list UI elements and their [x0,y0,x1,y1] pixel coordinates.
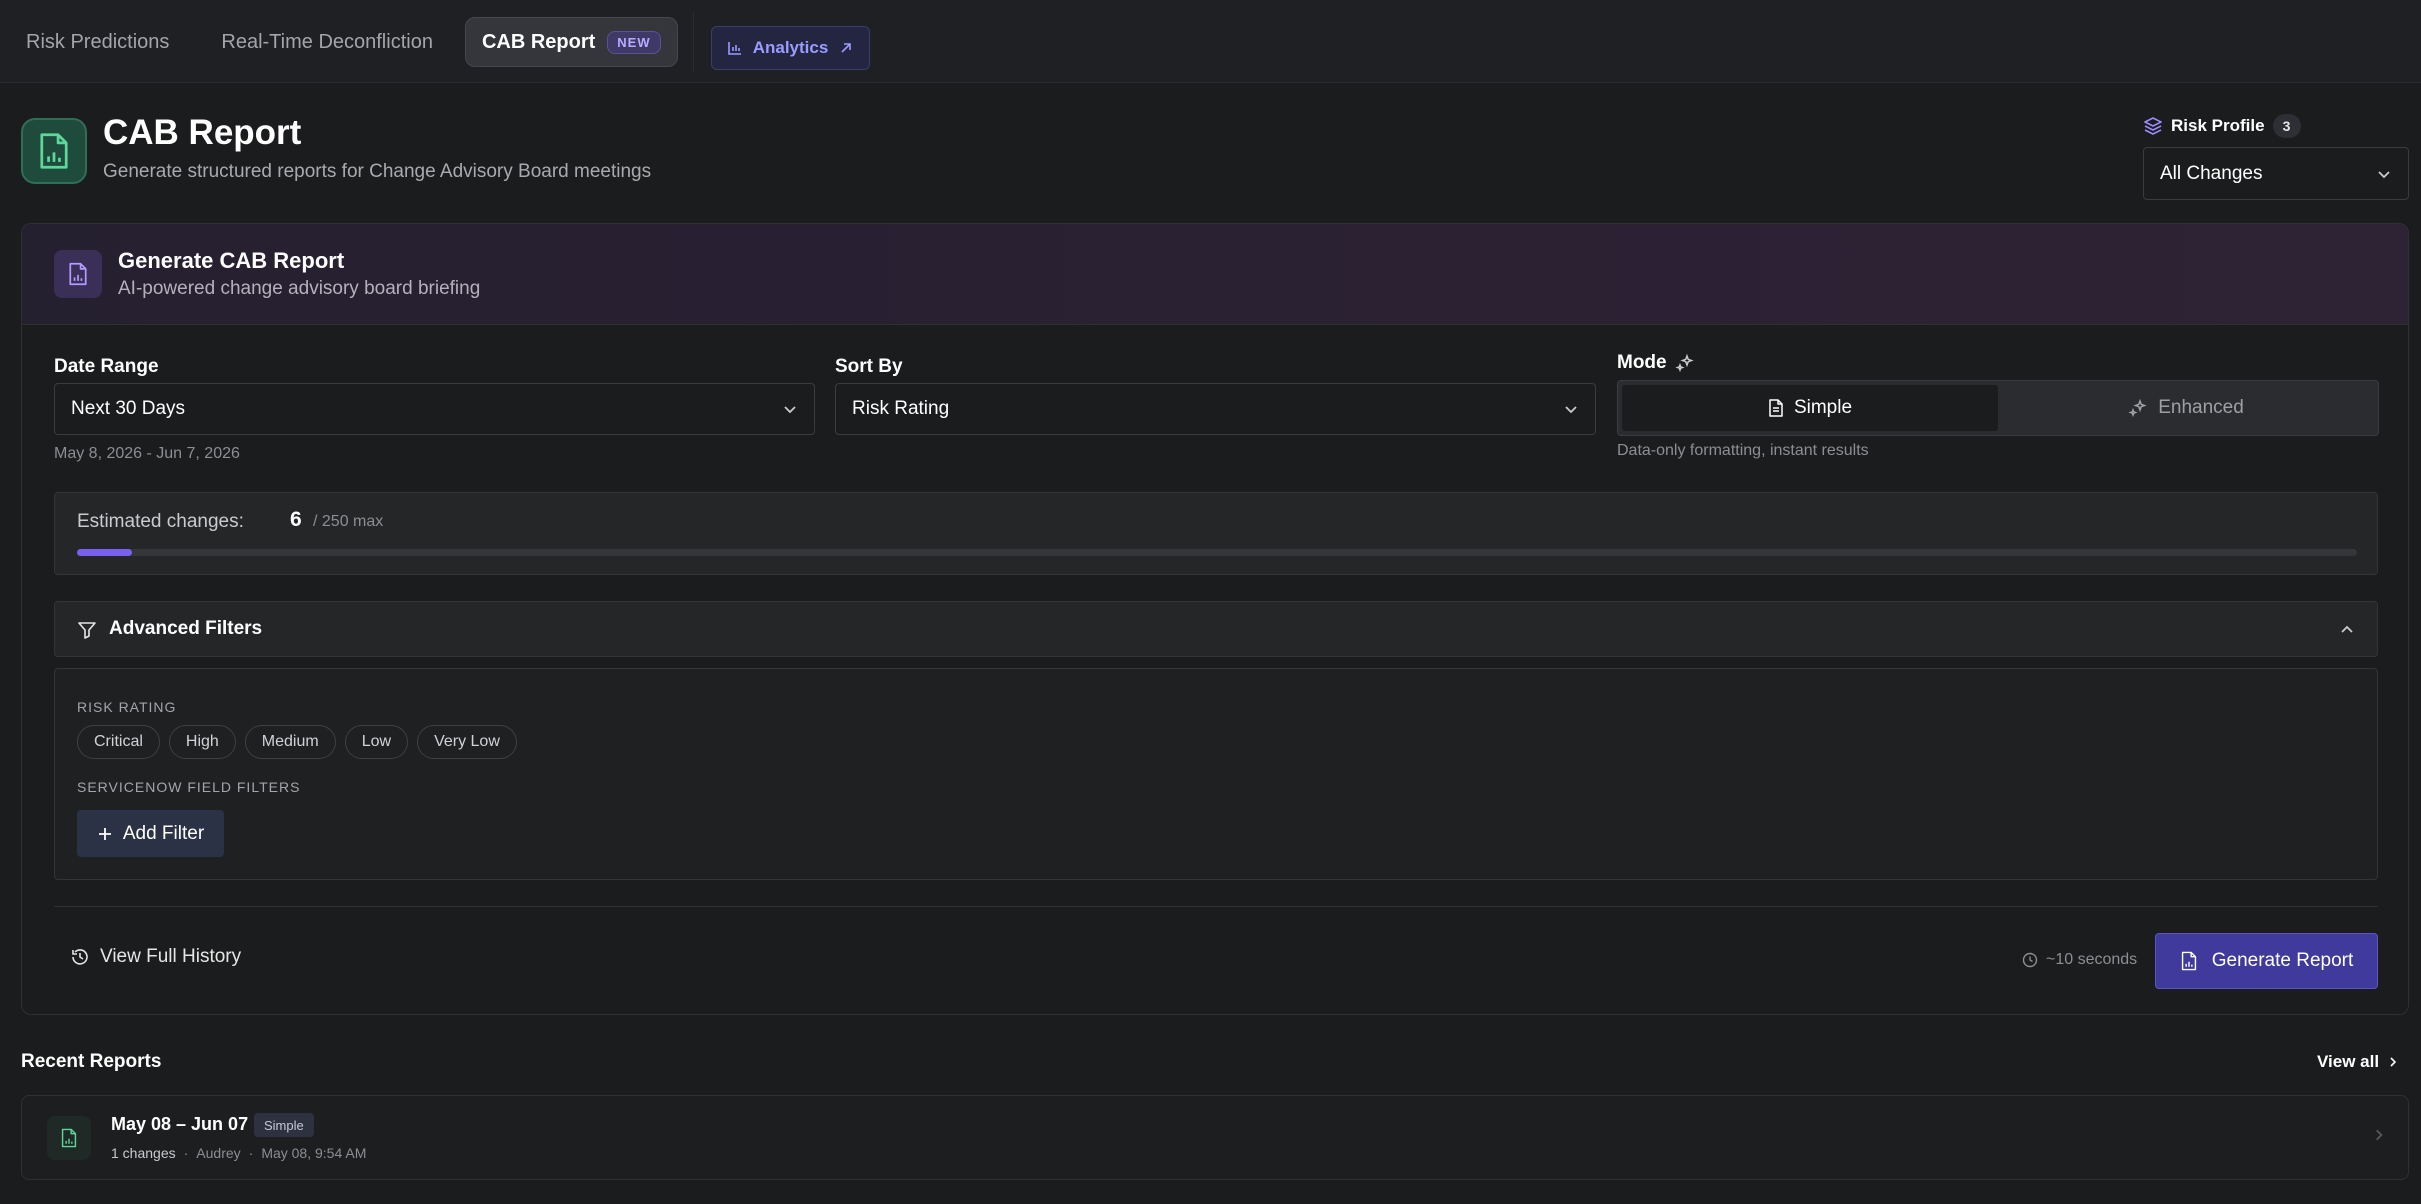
report-changes: 1 changes [111,1145,176,1161]
generate-report-button[interactable]: Generate Report [2155,933,2378,989]
chevron-down-icon [784,406,796,414]
chevron-right-icon [2376,1129,2383,1141]
risk-profile-text: Risk Profile [2171,116,2265,135]
chevron-down-icon [1565,406,1577,414]
recent-reports-title: Recent Reports [21,1051,162,1072]
tab-label: Risk Predictions [26,30,170,53]
advanced-filters-toggle[interactable]: Advanced Filters [54,601,2378,657]
date-range-select[interactable]: Next 30 Days [54,383,815,435]
risk-profile-select[interactable]: All Changes [2143,147,2409,200]
view-full-history-button[interactable]: View Full History [70,946,241,968]
analytics-button[interactable]: Analytics [711,26,870,70]
report-author: Audrey [196,1145,241,1161]
report-mode-badge: Simple [254,1113,314,1137]
add-filter-button[interactable]: Add Filter [77,810,224,857]
estimated-time: ~10 seconds [2022,951,2137,969]
mode-label-text: Mode [1617,352,1667,373]
separator: · [183,1145,189,1161]
document-icon [1769,399,1783,417]
date-range-label: Date Range [54,356,159,377]
sort-by-value: Risk Rating [852,398,950,419]
divider [54,906,2378,907]
estimate-progress-track [77,549,2357,556]
risk-rating-chips: Critical High Medium Low Very Low [77,725,517,759]
risk-profile-value: All Changes [2160,162,2263,184]
document-chart-icon [54,250,102,298]
estimated-changes-label: Estimated changes: [77,511,244,532]
risk-rating-caption: RISK RATING [77,699,177,715]
date-range-helper: May 8, 2026 - Jun 7, 2026 [54,445,240,462]
generate-report-label: Generate Report [2211,950,2354,971]
tab-label: Real-Time Deconfliction [221,30,433,53]
estimated-changes-panel: Estimated changes: 6 / 250 max [54,492,2378,575]
list-item[interactable]: May 08 – Jun 07 Simple 1 changes · Audre… [21,1095,2409,1180]
chip-low[interactable]: Low [344,725,409,759]
date-range-value: Next 30 Days [71,398,186,419]
chip-critical[interactable]: Critical [77,725,160,759]
top-tab-bar: Risk Predictions Real-Time Deconfliction… [0,0,2421,83]
analytics-label: Analytics [752,38,829,57]
sort-by-label: Sort By [835,356,903,377]
external-arrow-icon [841,43,852,53]
tab-risk-predictions[interactable]: Risk Predictions [0,17,195,67]
report-title: May 08 – Jun 07 [111,1114,249,1134]
estimate-progress-fill [77,549,132,556]
plus-icon [98,827,111,840]
view-all-link[interactable]: View all [2317,1052,2399,1072]
chevron-up-icon [2341,625,2353,633]
tabs: Risk Predictions Real-Time Deconfliction… [0,12,678,72]
chip-very-low[interactable]: Very Low [417,725,517,759]
mode-enhanced-label: Enhanced [2158,397,2244,418]
sparkles-icon [2128,398,2147,418]
page-title: CAB Report [103,113,302,152]
chip-medium[interactable]: Medium [244,725,336,759]
report-time: May 08, 9:54 AM [261,1145,367,1161]
chevron-right-icon [2390,1057,2397,1067]
mode-enhanced-option[interactable]: Enhanced [1998,385,2374,431]
sparkles-icon [1675,353,1694,373]
report-icon [21,118,87,184]
mode-simple-option[interactable]: Simple [1622,385,1998,431]
divider [693,12,694,72]
card-title: Generate CAB Report [118,248,345,273]
view-all-label: View all [2317,1052,2380,1071]
tab-cab-report[interactable]: CAB Report NEW [464,17,678,67]
new-badge: NEW [607,30,661,54]
mode-toggle: Simple Enhanced [1617,380,2379,436]
tab-real-time-deconfliction[interactable]: Real-Time Deconfliction [195,17,459,67]
bar-chart-icon [727,42,741,55]
estimated-changes-max: / 250 max [313,513,384,530]
mode-simple-label: Simple [1793,397,1853,418]
advanced-filters-title: Advanced Filters [109,618,263,639]
layers-icon [2144,117,2162,135]
risk-profile-label: Risk Profile 3 [2143,114,2301,138]
advanced-filters-panel: RISK RATING Critical High Medium Low Ver… [54,668,2378,880]
document-chart-icon [2181,951,2196,971]
chip-high[interactable]: High [168,725,236,759]
filter-icon [78,622,96,639]
card-header: Generate CAB Report AI-powered change ad… [22,224,2408,325]
separator: · [248,1145,254,1161]
chevron-down-icon [2378,170,2390,178]
estimated-time-text: ~10 seconds [2046,951,2138,968]
history-icon [72,949,88,965]
sort-by-select[interactable]: Risk Rating [835,383,1596,435]
estimated-changes-value: 6 [290,508,302,531]
mode-helper: Data-only formatting, instant results [1617,442,1869,459]
clock-icon [2022,952,2038,968]
generate-report-card: Generate CAB Report AI-powered change ad… [21,223,2409,1015]
report-meta: 1 changes · Audrey · May 08, 9:54 AM [111,1145,366,1161]
report-icon [47,1116,91,1160]
tab-label: CAB Report [481,30,596,53]
servicenow-filters-caption: SERVICENOW FIELD FILTERS [77,779,301,795]
card-subtitle: AI-powered change advisory board briefin… [118,278,481,299]
view-full-history-label: View Full History [100,946,242,967]
add-filter-label: Add Filter [122,822,205,844]
mode-label: Mode [1617,352,1695,374]
risk-profile-count: 3 [2272,114,2301,138]
page-subtitle: Generate structured reports for Change A… [103,161,652,182]
